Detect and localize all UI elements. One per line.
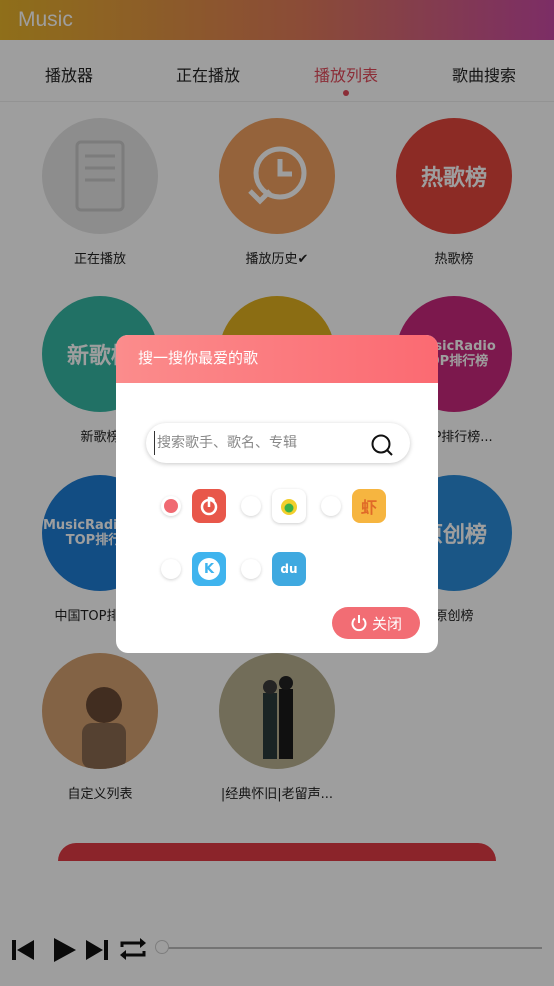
source-radio-qq[interactable] xyxy=(241,496,261,516)
search-icon[interactable] xyxy=(370,433,394,457)
power-icon xyxy=(351,615,367,632)
search-input[interactable] xyxy=(154,431,354,455)
source-radio-xiami[interactable] xyxy=(321,496,341,516)
close-button-label: 关闭 xyxy=(371,614,402,633)
dialog-title: 搜一搜你最爱的歌 xyxy=(116,335,438,383)
kugou-music-icon[interactable]: K xyxy=(192,552,226,586)
baidu-music-icon[interactable]: du xyxy=(272,552,306,586)
qq-music-icon[interactable] xyxy=(272,489,306,523)
search-dialog: 搜一搜你最爱的歌 虾 K du 关闭 xyxy=(116,335,438,653)
close-button[interactable]: 关闭 xyxy=(332,607,420,639)
source-radio-kugou[interactable] xyxy=(161,559,181,579)
source-radio-baidu[interactable] xyxy=(241,559,261,579)
source-radio-netease[interactable] xyxy=(161,496,181,516)
kugou-glyph: K xyxy=(198,558,220,580)
netease-music-icon[interactable] xyxy=(192,489,226,523)
baidu-glyph: du xyxy=(280,562,298,576)
xiami-music-icon[interactable]: 虾 xyxy=(352,489,386,523)
